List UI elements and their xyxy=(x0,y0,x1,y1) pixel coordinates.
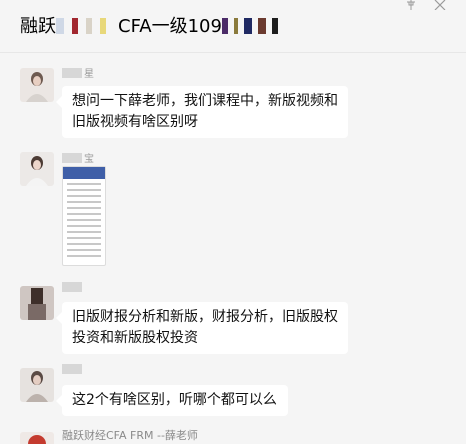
avatar[interactable] xyxy=(20,286,54,320)
message-sender: 星 xyxy=(62,65,94,80)
message-text: 旧版财报分析和新版，财报分析，旧版股权投资和新版股权投资 xyxy=(72,309,338,346)
message-sender: 宝 xyxy=(62,150,94,165)
chat-title-bar: 融跃 CFA一级109 xyxy=(0,0,466,53)
sender-redacted xyxy=(62,68,82,78)
avatar[interactable] xyxy=(20,368,54,402)
message-text: 想问一下薛老师，我们课程中，新版视频和旧版视频有啥区别呀 xyxy=(72,93,338,130)
screenshot-image[interactable] xyxy=(62,166,106,266)
chat-title: 融跃 CFA一级109 xyxy=(20,12,280,38)
chat-title-name: CFA一级109 xyxy=(118,16,222,37)
message-bubble[interactable]: 想问一下薛老师，我们课程中，新版视频和旧版视频有啥区别呀 xyxy=(56,86,348,138)
sender-redacted xyxy=(62,364,82,374)
chat-title-prefix: 融跃 xyxy=(20,16,56,37)
avatar[interactable] xyxy=(20,68,54,102)
sender-redacted xyxy=(62,153,82,163)
title-redacted-mosaic-2 xyxy=(221,18,280,34)
message-bubble[interactable]: 这2个有啥区别，听哪个都可以么 xyxy=(56,385,288,416)
pin-icon[interactable] xyxy=(404,0,418,10)
message-text: 这2个有啥区别，听哪个都可以么 xyxy=(72,392,277,408)
footer-sender-name: 融跃财经CFA FRM --薛老师 xyxy=(62,429,198,442)
sender-redacted xyxy=(62,282,82,292)
message-bubble[interactable]: 旧版财报分析和新版，财报分析，旧版股权投资和新版股权投资 xyxy=(56,302,348,354)
message-sender xyxy=(62,364,84,376)
thumb-header xyxy=(63,167,105,179)
title-redacted-mosaic xyxy=(56,18,118,34)
avatar[interactable] xyxy=(20,152,54,186)
close-icon[interactable] xyxy=(434,0,446,10)
avatar[interactable] xyxy=(20,432,54,444)
message-sender xyxy=(62,282,84,294)
